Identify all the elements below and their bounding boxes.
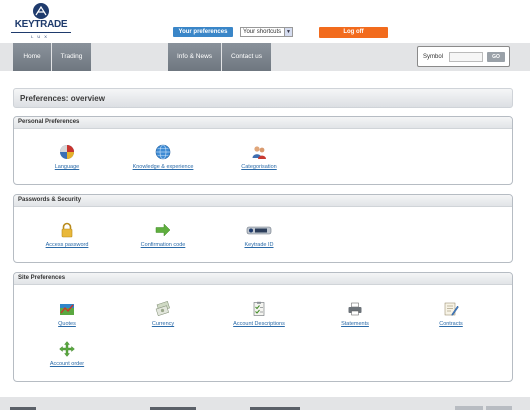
arrow-right-icon (155, 222, 171, 238)
shortcuts-select-value: Your shortcuts (243, 29, 282, 35)
footer-button[interactable] (486, 406, 512, 410)
panel-header: Site Preferences (14, 273, 512, 285)
symbol-input[interactable] (449, 52, 483, 62)
site-link-account-order[interactable]: Account order (22, 361, 112, 367)
page-title: Preferences: overview (20, 94, 105, 103)
security-link-keytrade-id[interactable]: Keytrade ID (214, 242, 304, 248)
site-link-statements[interactable]: Statements (310, 321, 400, 327)
panel-title: Personal Preferences (18, 119, 80, 125)
site-item-contracts[interactable]: Contracts (406, 301, 496, 327)
panel-header: Personal Preferences (14, 117, 512, 129)
log-off-button[interactable]: Log off (319, 27, 388, 38)
pref-item-categorisation[interactable]: Categorisation (214, 144, 304, 170)
pref-link-language[interactable]: Language (22, 164, 112, 170)
pencil-document-icon (443, 301, 459, 317)
panel-header: Passwords & Security (14, 195, 512, 207)
keytrade-logo[interactable]: KEYTRADE LUX (11, 3, 71, 39)
security-item-access-password[interactable]: Access password (22, 222, 112, 248)
go-button[interactable]: GO (487, 52, 505, 62)
symbol-label: Symbol (423, 54, 444, 60)
site-item-quotes[interactable]: Quotes (22, 301, 112, 327)
passwords-security-panel: Passwords & Security Access password Con… (13, 194, 513, 263)
printer-icon (347, 301, 363, 317)
footer-button[interactable] (455, 406, 483, 410)
nav-tab-home[interactable]: Home (13, 43, 51, 71)
panel-title: Site Preferences (18, 275, 66, 281)
top-header: KEYTRADE LUX Your preferences Your short… (0, 0, 530, 42)
checklist-icon (251, 301, 267, 317)
site-link-account-descriptions[interactable]: Account Descriptions (214, 321, 304, 327)
site-preferences-panel: Site Preferences Quotes Currency Account… (13, 272, 513, 382)
nav-tab-contact-us[interactable]: Contact us (222, 43, 271, 71)
chevron-down-icon[interactable]: ▼ (284, 28, 292, 36)
security-link-confirmation-code[interactable]: Confirmation code (118, 242, 208, 248)
site-link-currency[interactable]: Currency (118, 321, 208, 327)
pref-item-language[interactable]: Language (22, 144, 112, 170)
logo-brand-text: KEYTRADE (14, 19, 68, 30)
security-item-confirmation-code[interactable]: Confirmation code (118, 222, 208, 248)
users-icon (251, 144, 267, 160)
lock-icon (59, 222, 75, 238)
flag-globe-icon (59, 144, 75, 160)
panel-title: Passwords & Security (18, 197, 82, 203)
banknotes-icon (155, 301, 171, 317)
pref-link-knowledge-experience[interactable]: Knowledge & experience (118, 164, 208, 170)
site-item-currency[interactable]: Currency (118, 301, 208, 327)
keytrade-id-device-icon (246, 222, 272, 238)
page-title-bar: Preferences: overview (13, 88, 513, 108)
globe-icon (155, 144, 171, 160)
nav-tab-info-news[interactable]: Info & News (168, 43, 221, 71)
chart-icon (59, 301, 75, 317)
pref-item-knowledge-experience[interactable]: Knowledge & experience (118, 144, 208, 170)
shortcuts-select[interactable]: Your shortcuts ▼ (240, 27, 293, 37)
logo-divider (11, 32, 71, 33)
footer-bar-partial (0, 397, 530, 410)
site-item-statements[interactable]: Statements (310, 301, 400, 327)
site-item-account-order[interactable]: Account order (22, 341, 112, 367)
move-arrows-icon (59, 341, 75, 357)
your-preferences-button[interactable]: Your preferences (173, 27, 233, 37)
site-link-contracts[interactable]: Contracts (406, 321, 496, 327)
security-item-keytrade-id[interactable]: Keytrade ID (214, 222, 304, 248)
security-link-access-password[interactable]: Access password (22, 242, 112, 248)
nav-tab-trading[interactable]: Trading (52, 43, 91, 71)
site-item-account-descriptions[interactable]: Account Descriptions (214, 301, 304, 327)
symbol-search-box: Symbol GO (417, 46, 510, 67)
logo-emblem-icon (33, 3, 49, 19)
logo-sub-text: LUX (31, 34, 51, 39)
site-link-quotes[interactable]: Quotes (22, 321, 112, 327)
pref-link-categorisation[interactable]: Categorisation (214, 164, 304, 170)
personal-preferences-panel: Personal Preferences Language Knowledge … (13, 116, 513, 185)
